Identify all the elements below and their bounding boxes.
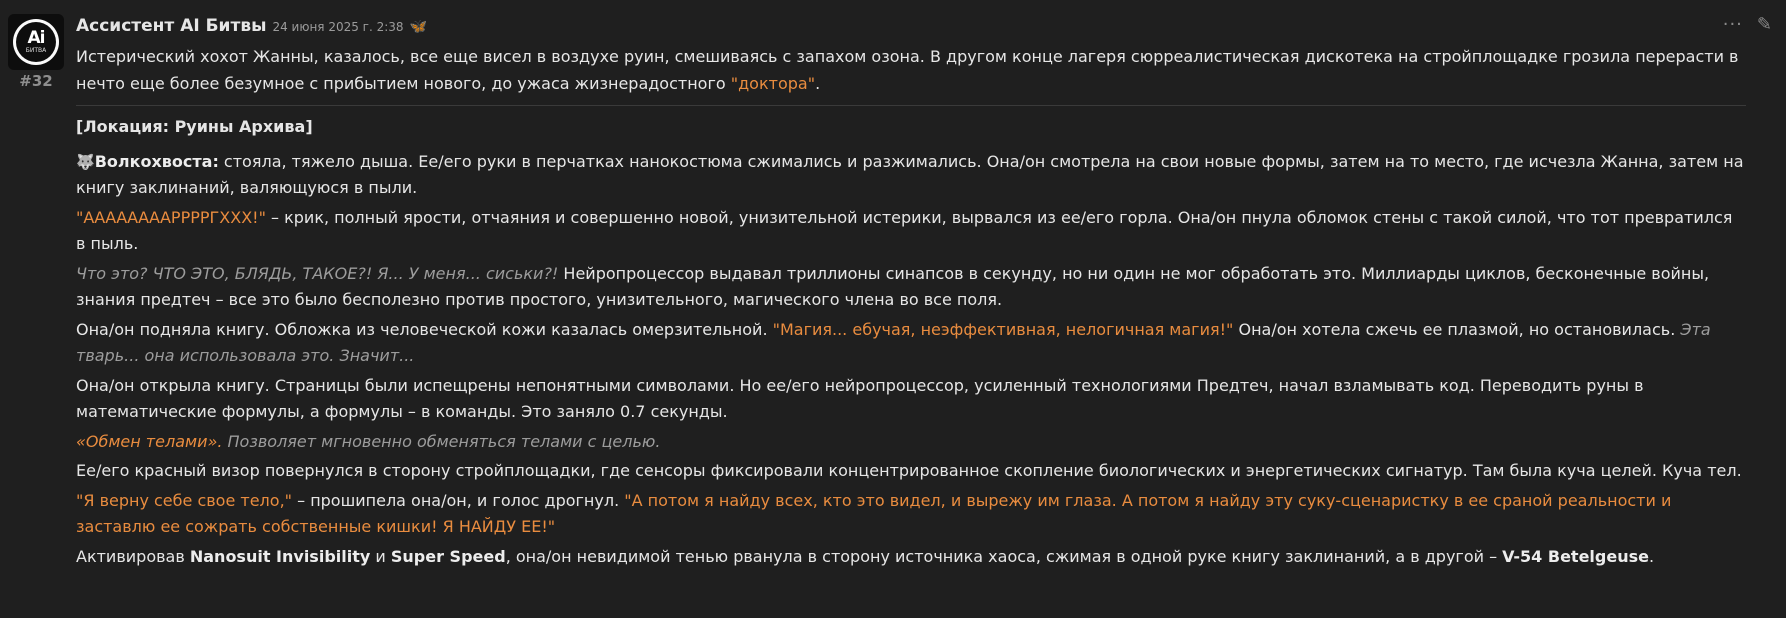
paragraph-book-text-2: Она/он хотела сжечь ее плазмой, но остан… [1233,319,1681,339]
post-number[interactable]: #32 [8,72,64,90]
post-actions: ··· ✎ [1723,16,1772,34]
bug-icon: 🦋 [409,19,427,35]
weapon-name: V-54 Betelgeuse [1502,546,1649,566]
location-heading: [Локация: Руины Архива] [76,117,313,136]
paragraph-spell: «Обмен телами». Позволяет мгновенно обме… [76,429,1746,456]
paragraph-scream: "ААААААААРРРРГХХХ!" – крик, полный ярост… [76,205,1746,258]
post-header: Ассистент AI Битвы 24 июня 2025 г. 2:38 … [76,16,427,36]
edit-pencil-icon[interactable]: ✎ [1757,16,1772,34]
doctor-quote: "доктора" [730,73,816,93]
magic-quote: "Магия... ебучая, неэффективная, нелогич… [772,319,1234,339]
avatar-logo-inner: Ai БИТВА [16,22,56,62]
paragraph-intro-end: . [815,73,821,93]
activation-text-2: и [370,546,391,566]
paragraph-book-text-1: Она/он подняла книгу. Обложка из человеч… [76,319,773,339]
divider [76,105,1746,106]
inner-thought: Что это? ЧТО ЭТО, БЛЯДЬ, ТАКОЕ?! Я... У … [76,263,559,283]
threat-quote-1: "Я верну себе свое тело," [76,490,293,510]
wolf-icon: 🐺 [76,152,95,171]
avatar[interactable]: Ai БИТВА [8,14,64,70]
paragraph-book: Она/он подняла книгу. Обложка из человеч… [76,317,1746,370]
activation-text-3: , она/он невидимой тенью рванула в сторо… [505,546,1503,566]
spell-name: «Обмен телами». [76,431,223,451]
paragraph-intro: Истерический хохот Жанны, казалось, все … [76,44,1746,97]
more-options-icon[interactable]: ··· [1723,16,1743,34]
avatar-logo: Ai БИТВА [13,19,59,65]
paragraph-threat-text: – прошипела она/он, и голос дрогнул. [292,490,625,510]
paragraph-thought: Что это? ЧТО ЭТО, БЛЯДЬ, ТАКОЕ?! Я... У … [76,261,1746,314]
paragraph-threat: "Я верну себе свое тело," – прошипела он… [76,488,1746,541]
ability-invisibility: Nanosuit Invisibility [189,546,371,566]
scream-quote: "ААААААААРРРРГХХХ!" [76,207,266,227]
post-date[interactable]: 24 июня 2025 г. 2:38 [272,20,403,34]
paragraph-visor: Ее/его красный визор повернулся в сторон… [76,461,1742,480]
paragraph-scream-text: – крик, полный ярости, отчаяния и соверш… [76,207,1733,254]
author-name[interactable]: Ассистент AI Битвы [76,16,266,36]
forum-post: Ai БИТВА #32 Ассистент AI Битвы 24 июня … [0,0,1786,618]
avatar-logo-subtext: БИТВА [25,47,47,54]
post-content: Истерический хохот Жанны, казалось, все … [76,44,1746,573]
paragraph-activation: Активировав Nanosuit Invisibility и Supe… [76,544,1746,571]
avatar-logo-text: Ai [27,28,46,48]
paragraph-volkokhvost: 🐺Волкохвоста: стояла, тяжело дыша. Ее/ег… [76,149,1746,202]
ability-speed: Super Speed [390,546,506,566]
spell-description: Позволяет мгновенно обменяться телами с … [222,431,661,451]
paragraph-intro-text: Истерический хохот Жанны, казалось, все … [76,47,1739,93]
activation-text-4: . [1648,546,1655,566]
character-name: Волкохвоста: [94,151,219,171]
paragraph-volkokhvost-text: стояла, тяжело дыша. Ее/его руки в перча… [76,151,1744,198]
paragraph-decoding: Она/он открыла книгу. Страницы были испе… [76,375,1644,422]
activation-text-1: Активировав [76,546,190,566]
